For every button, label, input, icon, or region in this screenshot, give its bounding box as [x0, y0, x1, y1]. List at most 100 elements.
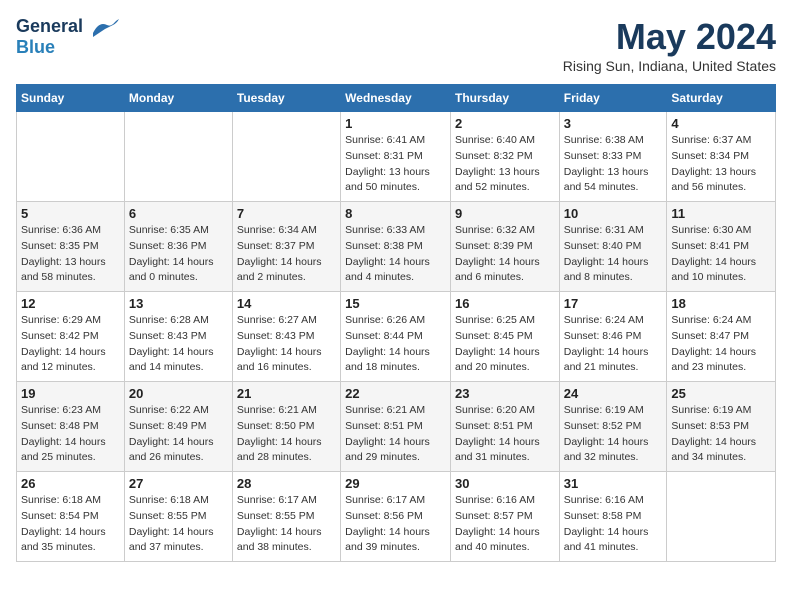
day-info: Sunrise: 6:16 AMSunset: 8:57 PMDaylight:…: [455, 493, 555, 556]
calendar-cell: 1Sunrise: 6:41 AMSunset: 8:31 PMDaylight…: [341, 112, 451, 202]
day-number: 30: [455, 476, 555, 491]
calendar-cell: 9Sunrise: 6:32 AMSunset: 8:39 PMDaylight…: [450, 202, 559, 292]
calendar-week-row: 1Sunrise: 6:41 AMSunset: 8:31 PMDaylight…: [17, 112, 776, 202]
logo: General Blue: [16, 16, 119, 58]
calendar-cell: 17Sunrise: 6:24 AMSunset: 8:46 PMDayligh…: [559, 292, 667, 382]
day-info: Sunrise: 6:38 AMSunset: 8:33 PMDaylight:…: [564, 133, 663, 196]
day-number: 10: [564, 206, 663, 221]
day-number: 17: [564, 296, 663, 311]
weekday-header: Tuesday: [232, 85, 340, 112]
day-info: Sunrise: 6:40 AMSunset: 8:32 PMDaylight:…: [455, 133, 555, 196]
calendar-cell: [232, 112, 340, 202]
day-number: 22: [345, 386, 446, 401]
day-info: Sunrise: 6:21 AMSunset: 8:51 PMDaylight:…: [345, 403, 446, 466]
day-number: 15: [345, 296, 446, 311]
day-number: 13: [129, 296, 228, 311]
month-title: May 2024: [563, 16, 776, 58]
calendar-table: SundayMondayTuesdayWednesdayThursdayFrid…: [16, 84, 776, 562]
calendar-cell: 10 Sunrise: 6:31 AMSunset: 8:40 PMDayligh…: [559, 202, 667, 292]
calendar-cell: 30 Sunrise: 6:16 AMSunset: 8:57 PMDayligh…: [450, 472, 559, 562]
calendar-header-row: SundayMondayTuesdayWednesdayThursdayFrid…: [17, 85, 776, 112]
day-info: Sunrise: 6:24 AMSunset: 8:47 PMDaylight:…: [671, 313, 771, 376]
calendar-cell: 24 Sunrise: 6:19 AMSunset: 8:52 PMDayligh…: [559, 382, 667, 472]
calendar-cell: 8 Sunrise: 6:33 AMSunset: 8:38 PMDaylight…: [341, 202, 451, 292]
title-block: May 2024 Rising Sun, Indiana, United Sta…: [563, 16, 776, 74]
calendar-cell: 28 Sunrise: 6:17 AMSunset: 8:55 PMDayligh…: [232, 472, 340, 562]
calendar-week-row: 19 Sunrise: 6:23 AMSunset: 8:48 PMDayligh…: [17, 382, 776, 472]
day-info: Sunrise: 6:21 AMSunset: 8:50 PMDaylight:…: [237, 403, 336, 466]
calendar-cell: 25 Sunrise: 6:19 AMSunset: 8:53 PMDayligh…: [667, 382, 776, 472]
day-info: Sunrise: 6:19 AMSunset: 8:53 PMDaylight:…: [671, 403, 771, 466]
day-info: Sunrise: 6:25 AMSunset: 8:45 PMDaylight:…: [455, 313, 555, 376]
day-info: Sunrise: 6:17 AMSunset: 8:56 PMDaylight:…: [345, 493, 446, 556]
weekday-header: Thursday: [450, 85, 559, 112]
day-info: Sunrise: 6:33 AMSunset: 8:38 PMDaylight:…: [345, 223, 446, 286]
day-number: 14: [237, 296, 336, 311]
day-number: 11: [671, 206, 771, 221]
calendar-cell: 11 Sunrise: 6:30 AMSunset: 8:41 PMDayligh…: [667, 202, 776, 292]
calendar-cell: 27 Sunrise: 6:18 AMSunset: 8:55 PMDayligh…: [124, 472, 232, 562]
day-info: Sunrise: 6:31 AMSunset: 8:40 PMDaylight:…: [564, 223, 663, 286]
calendar-cell: 5 Sunrise: 6:36 AMSunset: 8:35 PMDaylight…: [17, 202, 125, 292]
day-number: 27: [129, 476, 228, 491]
calendar-cell: [667, 472, 776, 562]
calendar-cell: 15Sunrise: 6:26 AMSunset: 8:44 PMDayligh…: [341, 292, 451, 382]
day-info: Sunrise: 6:34 AMSunset: 8:37 PMDaylight:…: [237, 223, 336, 286]
location: Rising Sun, Indiana, United States: [563, 58, 776, 74]
day-info: Sunrise: 6:36 AMSunset: 8:35 PMDaylight:…: [21, 223, 120, 286]
day-number: 5: [21, 206, 120, 221]
day-info: Sunrise: 6:35 AMSunset: 8:36 PMDaylight:…: [129, 223, 228, 286]
day-info: Sunrise: 6:18 AMSunset: 8:55 PMDaylight:…: [129, 493, 228, 556]
logo-blue: Blue: [16, 37, 55, 57]
calendar-cell: 18 Sunrise: 6:24 AMSunset: 8:47 PMDayligh…: [667, 292, 776, 382]
day-number: 21: [237, 386, 336, 401]
day-info: Sunrise: 6:37 AMSunset: 8:34 PMDaylight:…: [671, 133, 771, 196]
day-number: 16: [455, 296, 555, 311]
day-number: 31: [564, 476, 663, 491]
day-info: Sunrise: 6:22 AMSunset: 8:49 PMDaylight:…: [129, 403, 228, 466]
calendar-cell: 16 Sunrise: 6:25 AMSunset: 8:45 PMDayligh…: [450, 292, 559, 382]
day-number: 24: [564, 386, 663, 401]
day-number: 19: [21, 386, 120, 401]
day-info: Sunrise: 6:23 AMSunset: 8:48 PMDaylight:…: [21, 403, 120, 466]
weekday-header: Sunday: [17, 85, 125, 112]
day-number: 4: [671, 116, 771, 131]
calendar-cell: 12Sunrise: 6:29 AMSunset: 8:42 PMDayligh…: [17, 292, 125, 382]
calendar-cell: [124, 112, 232, 202]
calendar-cell: 3Sunrise: 6:38 AMSunset: 8:33 PMDaylight…: [559, 112, 667, 202]
day-number: 26: [21, 476, 120, 491]
calendar-cell: 21 Sunrise: 6:21 AMSunset: 8:50 PMDayligh…: [232, 382, 340, 472]
calendar-week-row: 5 Sunrise: 6:36 AMSunset: 8:35 PMDaylight…: [17, 202, 776, 292]
page-header: General Blue May 2024 Rising Sun, Indian…: [16, 16, 776, 74]
day-number: 29: [345, 476, 446, 491]
day-number: 28: [237, 476, 336, 491]
calendar-cell: 26 Sunrise: 6:18 AMSunset: 8:54 PMDayligh…: [17, 472, 125, 562]
calendar-cell: 22 Sunrise: 6:21 AMSunset: 8:51 PMDayligh…: [341, 382, 451, 472]
calendar-cell: 2Sunrise: 6:40 AMSunset: 8:32 PMDaylight…: [450, 112, 559, 202]
day-info: Sunrise: 6:20 AMSunset: 8:51 PMDaylight:…: [455, 403, 555, 466]
day-number: 8: [345, 206, 446, 221]
day-number: 20: [129, 386, 228, 401]
logo-text: General: [16, 16, 119, 37]
calendar-cell: 29 Sunrise: 6:17 AMSunset: 8:56 PMDayligh…: [341, 472, 451, 562]
day-info: Sunrise: 6:19 AMSunset: 8:52 PMDaylight:…: [564, 403, 663, 466]
logo-general: General: [16, 16, 83, 36]
calendar-cell: 19 Sunrise: 6:23 AMSunset: 8:48 PMDayligh…: [17, 382, 125, 472]
day-info: Sunrise: 6:32 AMSunset: 8:39 PMDaylight:…: [455, 223, 555, 286]
day-number: 25: [671, 386, 771, 401]
calendar-week-row: 26 Sunrise: 6:18 AMSunset: 8:54 PMDayligh…: [17, 472, 776, 562]
day-info: Sunrise: 6:30 AMSunset: 8:41 PMDaylight:…: [671, 223, 771, 286]
day-info: Sunrise: 6:18 AMSunset: 8:54 PMDaylight:…: [21, 493, 120, 556]
day-info: Sunrise: 6:17 AMSunset: 8:55 PMDaylight:…: [237, 493, 336, 556]
calendar-cell: 6 Sunrise: 6:35 AMSunset: 8:36 PMDaylight…: [124, 202, 232, 292]
day-number: 1: [345, 116, 446, 131]
day-number: 7: [237, 206, 336, 221]
calendar-cell: 4 Sunrise: 6:37 AMSunset: 8:34 PMDaylight…: [667, 112, 776, 202]
weekday-header: Monday: [124, 85, 232, 112]
day-info: Sunrise: 6:16 AMSunset: 8:58 PMDaylight:…: [564, 493, 663, 556]
day-number: 18: [671, 296, 771, 311]
calendar-cell: 20 Sunrise: 6:22 AMSunset: 8:49 PMDayligh…: [124, 382, 232, 472]
day-number: 6: [129, 206, 228, 221]
day-info: Sunrise: 6:29 AMSunset: 8:42 PMDaylight:…: [21, 313, 120, 376]
calendar-week-row: 12Sunrise: 6:29 AMSunset: 8:42 PMDayligh…: [17, 292, 776, 382]
